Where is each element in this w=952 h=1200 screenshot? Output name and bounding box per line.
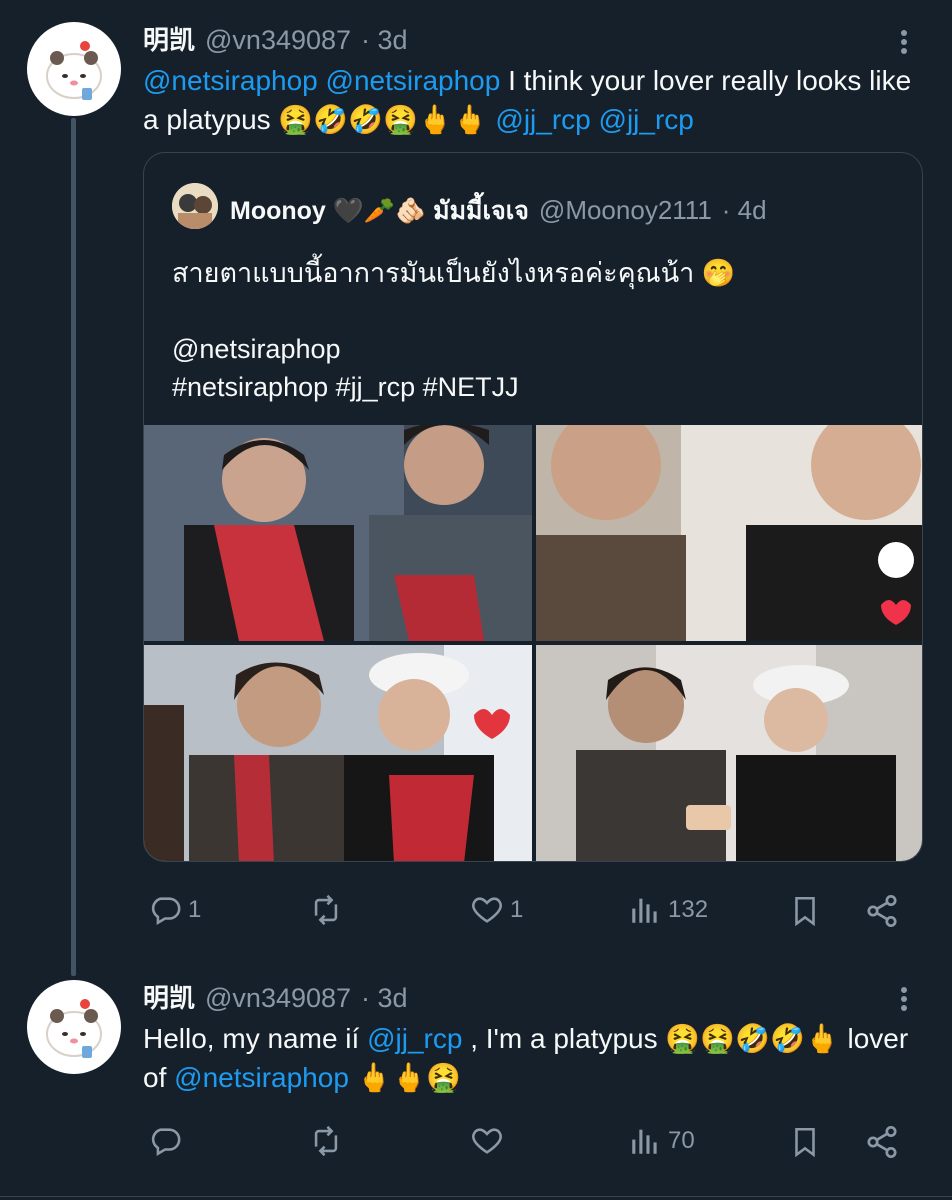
retweet-button[interactable] xyxy=(308,893,350,927)
views-icon xyxy=(632,1129,657,1154)
media-photo[interactable] xyxy=(144,425,532,641)
views-button[interactable]: 70 xyxy=(628,1124,695,1158)
tweet-time[interactable]: · 3d xyxy=(361,25,408,56)
like-button[interactable]: 1 xyxy=(470,893,523,927)
quote-author-handle[interactable]: @Moonoy2111 xyxy=(539,195,712,226)
media-photo[interactable] xyxy=(144,645,532,861)
share-button[interactable] xyxy=(864,893,900,929)
like-count: 1 xyxy=(510,896,524,923)
author-name[interactable]: 明凯 xyxy=(143,978,195,1015)
share-icon xyxy=(867,1125,897,1159)
reply-button[interactable] xyxy=(148,1124,188,1158)
quote-text-line: #netsiraphop #jj_rcp #NETJJ xyxy=(172,372,519,402)
avatar[interactable] xyxy=(27,980,121,1074)
mention-link[interactable]: @netsiraphop xyxy=(326,65,501,96)
bookmark-icon xyxy=(795,1127,815,1158)
reply-button[interactable]: 1 xyxy=(148,893,201,927)
tweet-header: 明凯 @vn349087 · 3d xyxy=(143,978,408,1015)
retweet-icon xyxy=(314,1125,338,1157)
like-button[interactable] xyxy=(470,1124,510,1158)
tweet-text-segment: 🖕🖕🤮 xyxy=(348,1062,462,1093)
quote-text-line: @netsiraphop xyxy=(172,334,341,364)
views-button[interactable]: 132 xyxy=(628,893,708,927)
quote-header: Moonoy 🖤🥕🫵🏻 มัมมี้เจเจ @Moonoy2111 · 4d xyxy=(230,191,767,231)
share-icon xyxy=(867,894,897,928)
mention-link[interactable]: @jj_rcp xyxy=(495,104,590,135)
quote-time[interactable]: · 4d xyxy=(722,195,767,226)
quote-tweet[interactable]: Moonoy 🖤🥕🫵🏻 มัมมี้เจเจ @Moonoy2111 · 4d … xyxy=(143,152,923,862)
tweet-text-segment xyxy=(591,104,599,135)
mention-link[interactable]: @netsiraphop xyxy=(143,65,318,96)
bookmark-icon xyxy=(795,896,815,927)
mention-link[interactable]: @jj_rcp xyxy=(599,104,694,135)
like-icon xyxy=(472,1128,502,1154)
quote-author-name[interactable]: Moonoy 🖤🥕🫵🏻 มัมมี้เจเจ xyxy=(230,191,529,231)
bookmark-button[interactable] xyxy=(788,893,822,929)
tweet-text: @netsiraphop @netsiraphop I think your l… xyxy=(143,61,923,139)
tweet-time[interactable]: · 3d xyxy=(361,983,408,1014)
divider xyxy=(0,1196,952,1197)
share-button[interactable] xyxy=(864,1124,900,1160)
bookmark-button[interactable] xyxy=(788,1124,822,1160)
retweet-icon xyxy=(314,894,338,926)
quote-text-line: สายตาแบบนี้อาการมันเป็นยังไงหรอค่ะคุณน้า… xyxy=(172,258,736,288)
views-count: 132 xyxy=(668,896,709,923)
retweet-button[interactable] xyxy=(308,1124,350,1158)
like-icon xyxy=(472,897,502,923)
author-name[interactable]: 明凯 xyxy=(143,20,195,57)
mention-link[interactable]: @netsiraphop xyxy=(174,1062,349,1093)
tweet-header: 明凯 @vn349087 · 3d xyxy=(143,20,408,57)
tweet-text: Hello, my name ií @jj_rcp , I'm a platyp… xyxy=(143,1019,933,1097)
mention-link[interactable]: @jj_rcp xyxy=(367,1023,462,1054)
more-icon[interactable] xyxy=(901,984,909,1014)
reply-icon xyxy=(151,1128,181,1157)
author-handle[interactable]: @vn349087 xyxy=(205,983,351,1014)
tweet-text-segment: Hello, my name ií xyxy=(143,1023,368,1054)
reply-icon xyxy=(151,897,181,926)
reply-count: 1 xyxy=(188,896,202,923)
tweet-text-segment xyxy=(318,65,326,96)
views-icon xyxy=(632,898,657,923)
quote-avatar[interactable] xyxy=(172,183,218,229)
media-photo[interactable] xyxy=(536,645,922,861)
more-icon[interactable] xyxy=(901,27,909,57)
avatar[interactable] xyxy=(27,22,121,116)
views-count: 70 xyxy=(668,1127,695,1154)
author-handle[interactable]: @vn349087 xyxy=(205,25,351,56)
thread-line xyxy=(71,118,76,976)
media-photo[interactable] xyxy=(536,425,922,641)
